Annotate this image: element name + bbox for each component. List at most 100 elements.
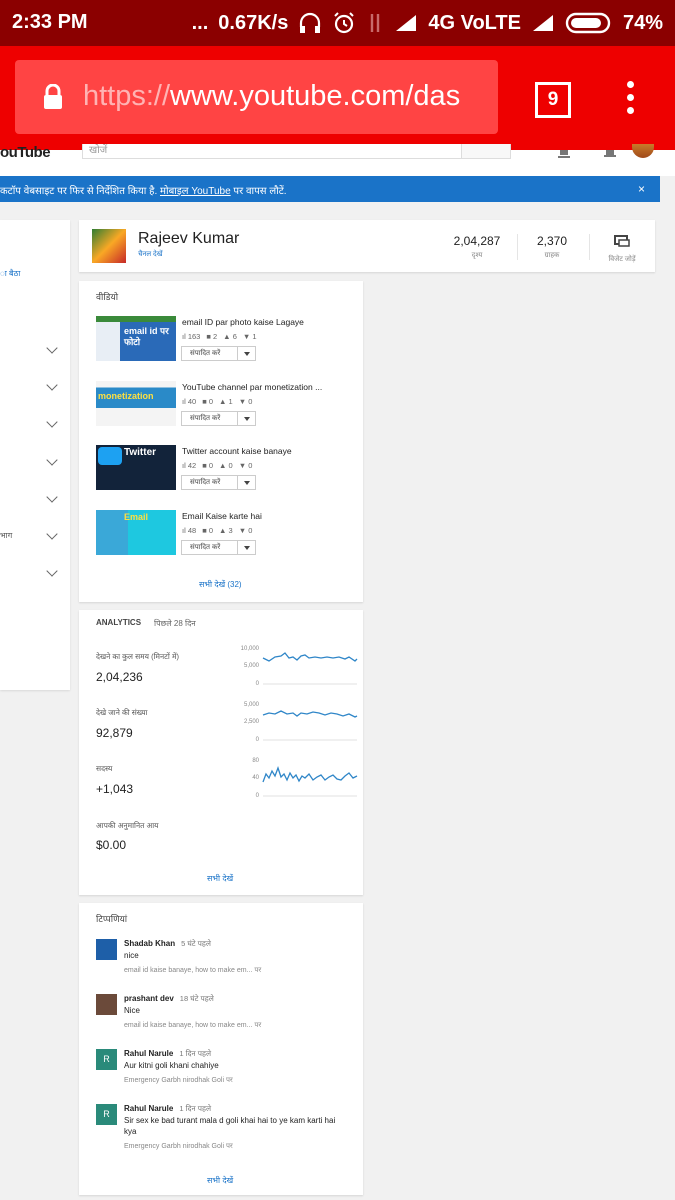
network-type: 4G VoLTE	[428, 11, 521, 34]
tick-label: 5,000	[244, 702, 260, 708]
video-title[interactable]: Email Kaise karte hai	[182, 511, 342, 521]
analytics-period: पिछले 28 दिन	[154, 619, 196, 628]
views-stat: 2,04,287 दृश्य	[453, 234, 501, 259]
see-all-comments-link[interactable]: सभी देखें	[207, 1175, 233, 1186]
edit-video-button[interactable]: संपादित करें	[181, 346, 256, 361]
notification-bell-icon[interactable]	[604, 150, 616, 158]
video-title[interactable]: email ID par photo kaise Lagaye	[182, 317, 342, 327]
upload-icon[interactable]	[558, 150, 570, 158]
account-avatar[interactable]	[632, 144, 654, 158]
banner-text: कटॉप वेबसाइट पर फिर से निर्देशित किया है…	[0, 186, 287, 197]
headphones-icon	[300, 12, 321, 33]
video-title[interactable]: Twitter account kaise banaye	[182, 446, 342, 456]
video-stats: ıl 48 ■ 0 ▲ 3 ▼ 0	[182, 526, 252, 535]
close-banner-button[interactable]: ×	[638, 182, 645, 196]
video-thumbnail-text: Email	[124, 512, 149, 522]
comment-text: nice	[124, 951, 139, 960]
comment-video-link[interactable]: email id kaise banaye, how to make em...…	[124, 1021, 261, 1030]
mobile-redirect-banner: कटॉप वेबसाइट पर फिर से निर्देशित किया है…	[0, 176, 660, 202]
views-label: देखे जाने की संख्या	[96, 708, 148, 717]
video-thumbnail[interactable]: email id पर फोटो	[96, 316, 176, 361]
address-bar[interactable]: https://www.youtube.com/das	[15, 60, 498, 134]
comment-video-link[interactable]: Emergency Garbh nirodhak Goli पर	[124, 1076, 233, 1085]
edit-video-button[interactable]: संपादित करें	[181, 540, 256, 555]
add-widget-button[interactable]: विजेट जोड़ें	[594, 234, 650, 264]
battery-percent: 74%	[622, 11, 663, 34]
comment-time: 5 घंटे पहले	[181, 939, 212, 948]
commenter-avatar[interactable]	[96, 939, 117, 960]
chevron-down-icon[interactable]	[46, 491, 58, 503]
chevron-down-icon[interactable]	[237, 476, 256, 489]
comments-count: ■ 0	[202, 397, 213, 406]
video-stats: ıl 163 ■ 2 ▲ 6 ▼ 1	[182, 332, 257, 341]
comment-video-link[interactable]: email id kaise banaye, how to make em...…	[124, 966, 261, 975]
video-title[interactable]: YouTube channel par monetization ...	[182, 382, 342, 392]
channel-name[interactable]: Rajeev Kumar	[138, 230, 239, 248]
channel-avatar[interactable]	[92, 229, 126, 263]
video-thumbnail-text: monetization	[98, 391, 154, 401]
comment-time: 1 दिन पहले	[179, 1104, 212, 1113]
dislikes-count: ▼ 0	[238, 526, 253, 535]
likes-count: ▲ 1	[218, 397, 233, 406]
youtube-logo[interactable]: ouTube	[0, 144, 51, 161]
thumbs-up-icon: ▲	[223, 332, 231, 341]
thumbs-down-icon: ▼	[238, 397, 247, 406]
tab-switcher-button[interactable]: 9	[535, 82, 571, 118]
commenter-name[interactable]: Rahul Narule 1 दिन पहले	[124, 1049, 211, 1059]
video-thumbnail[interactable]: Email	[96, 510, 176, 555]
data-transfer-icon	[371, 14, 380, 32]
view-channel-link[interactable]: चैनल देखें	[138, 250, 162, 259]
search-input[interactable]: खोजें	[82, 144, 462, 159]
views-count: ıl 48	[182, 526, 197, 535]
videos-title: वीडियो	[96, 292, 119, 302]
tick-label: 0	[256, 681, 260, 687]
edit-video-button[interactable]: संपादित करें	[181, 475, 256, 490]
chevron-down-icon[interactable]	[237, 412, 256, 425]
youtube-header: ouTube खोजें	[0, 144, 675, 176]
commenter-avatar[interactable]: R	[96, 1049, 117, 1070]
chevron-down-icon[interactable]	[46, 454, 58, 466]
left-nav-link[interactable]: ा बैठा	[0, 268, 20, 279]
chevron-down-icon[interactable]	[46, 342, 58, 354]
likes-count: ▲ 6	[223, 332, 237, 341]
mobile-youtube-link[interactable]: मोबाइल YouTube	[160, 186, 231, 197]
comments-title: टिप्पणियां	[96, 914, 128, 924]
twitter-bird-icon	[98, 447, 122, 465]
status-bar: 2:33 PM ... 0.67K/s 4G VoLTE 74%	[0, 0, 675, 46]
see-all-videos-link[interactable]: सभी देखें (32)	[199, 579, 242, 590]
status-icons: ... 0.67K/s 4G VoLTE 74%	[192, 11, 663, 35]
commenter-name[interactable]: Shadab Khan 5 घंटे पहले	[124, 939, 211, 949]
video-thumbnail-text: Twitter	[124, 447, 157, 458]
comments-card: टिप्पणियां Shadab Khan 5 घंटे पहले nice e…	[79, 903, 363, 1195]
commenter-name[interactable]: Rahul Narule 1 दिन पहले	[124, 1104, 211, 1114]
video-thumbnail[interactable]: Twitter	[96, 445, 176, 490]
comment-video-link[interactable]: Emergency Garbh nirodhak Goli पर	[124, 1142, 233, 1151]
status-dots: ...	[191, 11, 209, 34]
chevron-down-icon[interactable]	[46, 528, 58, 540]
revenue-value: $0.00	[96, 838, 127, 852]
likes-count: ▲ 3	[218, 526, 233, 535]
browser-toolbar: https://www.youtube.com/das 9	[0, 46, 675, 150]
views-value: 92,879	[96, 726, 133, 740]
chevron-down-icon[interactable]	[46, 379, 58, 391]
overflow-menu-icon[interactable]	[627, 81, 634, 120]
subscribers-stat: 2,370 ग्राहक	[536, 234, 568, 259]
edit-video-button[interactable]: संपादित करें	[181, 411, 256, 426]
tick-label: 80	[252, 758, 259, 764]
tick-label: 10,000	[241, 646, 260, 652]
chevron-down-icon[interactable]	[46, 416, 58, 428]
video-item: monetization YouTube channel par monetiz…	[96, 381, 356, 431]
see-all-analytics-link[interactable]: सभी देखें	[207, 873, 233, 884]
chevron-down-icon[interactable]	[237, 347, 256, 360]
thumbs-up-icon: ▲	[218, 397, 227, 406]
chevron-down-icon[interactable]	[46, 565, 58, 577]
commenter-name[interactable]: prashant dev 18 घंटे पहले	[124, 994, 214, 1004]
commenter-avatar[interactable]: R	[96, 1104, 117, 1125]
search-button[interactable]	[461, 144, 511, 159]
videos-card: वीडियो email id पर फोटो email ID par pho…	[79, 281, 363, 602]
video-thumbnail[interactable]: monetization	[96, 381, 176, 426]
commenter-avatar[interactable]	[96, 994, 117, 1015]
alarm-icon	[334, 12, 355, 34]
tick-label: 0	[256, 737, 260, 743]
chevron-down-icon[interactable]	[237, 541, 256, 554]
